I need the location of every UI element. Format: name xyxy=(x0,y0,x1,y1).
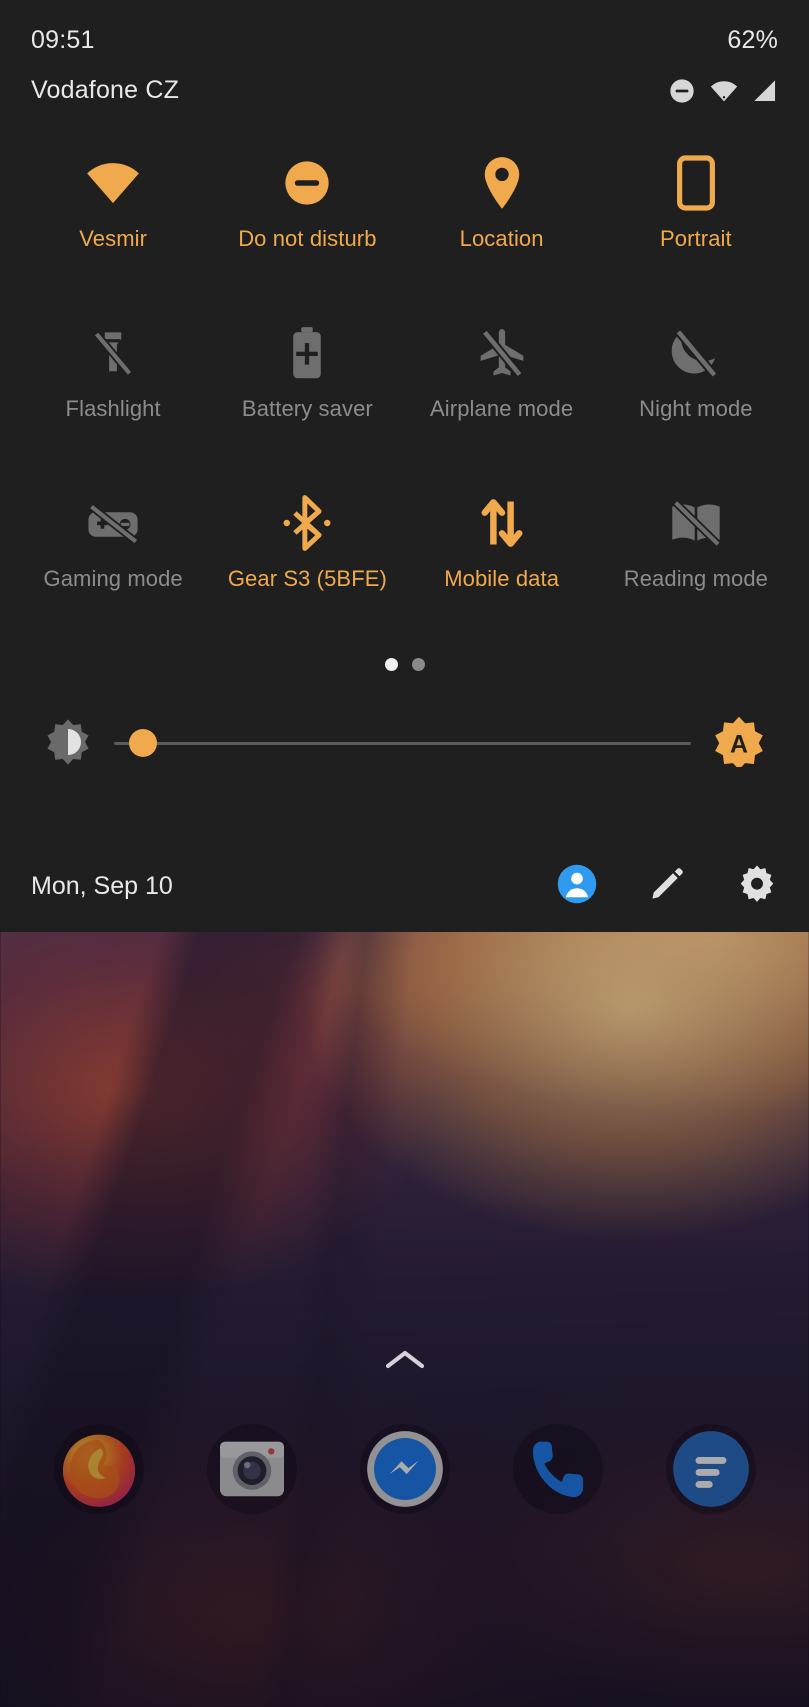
tile-label: Vesmir xyxy=(79,226,148,251)
wifi-icon xyxy=(84,152,142,214)
status-bar-battery-percent: 62% xyxy=(727,26,778,54)
night-mode-off-icon xyxy=(669,322,723,384)
brightness-row: A xyxy=(0,688,809,798)
tile-label: Gear S3 (5BFE) xyxy=(227,566,387,591)
settings-gear-icon[interactable] xyxy=(736,863,778,910)
mobile-data-icon xyxy=(478,492,526,554)
brightness-slider[interactable] xyxy=(114,723,691,763)
tile-label: Do not disturb xyxy=(238,226,377,251)
status-bar-icons xyxy=(668,77,778,105)
tile-do-not-disturb[interactable]: Do not disturb xyxy=(210,130,404,300)
screen-rotation-icon xyxy=(676,152,716,214)
status-bar-time: 09:51 xyxy=(31,26,95,54)
page-dot-2[interactable] xyxy=(411,657,425,671)
quick-settings-tiles: Vesmir Do not disturb Location Portrait … xyxy=(0,130,809,640)
brightness-low-icon xyxy=(44,717,92,770)
phone-screen: 09:51 62% Vodafone CZ Vesmir Do not dist… xyxy=(0,0,809,1707)
dock xyxy=(0,1424,809,1514)
flashlight-off-icon xyxy=(87,322,139,384)
dock-app-camera[interactable] xyxy=(206,1424,297,1514)
do-not-disturb-icon xyxy=(281,152,333,214)
tile-location[interactable]: Location xyxy=(405,130,599,300)
dock-app-phone[interactable] xyxy=(512,1424,603,1514)
tile-label: Portrait xyxy=(660,226,732,251)
page-indicator xyxy=(0,640,809,688)
tile-row-2: Flashlight Battery saver Airplane mode N… xyxy=(16,300,793,470)
tile-label: Airplane mode xyxy=(430,396,574,421)
tile-mobile-data[interactable]: Mobile data xyxy=(405,470,599,640)
tile-label: Flashlight xyxy=(65,396,161,421)
tile-row-1: Vesmir Do not disturb Location Portrait xyxy=(16,130,793,300)
wifi-icon xyxy=(710,80,738,101)
tile-label: Location xyxy=(459,226,544,251)
app-drawer-handle[interactable] xyxy=(0,1345,809,1375)
tile-label: Gaming mode xyxy=(43,566,183,591)
status-bar-carrier: Vodafone CZ xyxy=(31,76,180,104)
tile-airplane-mode[interactable]: Airplane mode xyxy=(405,300,599,470)
user-avatar-icon[interactable] xyxy=(556,863,598,910)
do-not-disturb-icon xyxy=(670,78,694,103)
brightness-thumb[interactable] xyxy=(128,729,157,757)
firefox-icon xyxy=(62,1434,135,1507)
tile-label: Mobile data xyxy=(444,566,560,591)
tile-label: Night mode xyxy=(639,396,753,421)
brightness-auto-label: A xyxy=(730,730,748,758)
brightness-track xyxy=(114,741,691,745)
tile-flashlight[interactable]: Flashlight xyxy=(16,300,210,470)
phone-icon xyxy=(532,1441,583,1498)
edit-pencil-icon[interactable] xyxy=(648,865,686,908)
tile-label: Battery saver xyxy=(241,396,373,421)
tile-gaming-mode[interactable]: Gaming mode xyxy=(16,470,210,640)
footer-date: Mon, Sep 10 xyxy=(31,871,173,900)
bluetooth-icon xyxy=(281,492,333,554)
status-bar: 09:51 62% Vodafone CZ xyxy=(0,0,809,130)
tile-reading-mode[interactable]: Reading mode xyxy=(599,470,793,640)
signal-icon xyxy=(754,79,776,101)
tile-battery-saver[interactable]: Battery saver xyxy=(210,300,404,470)
location-pin-icon xyxy=(480,152,524,214)
tile-bluetooth-gear-s3[interactable]: Gear S3 (5BFE) xyxy=(210,470,404,640)
camera-icon xyxy=(219,1441,284,1497)
page-dot-1[interactable] xyxy=(384,657,398,671)
reading-mode-off-icon xyxy=(668,492,724,554)
footer-icons xyxy=(556,863,778,910)
messages-icon xyxy=(672,1431,749,1507)
quick-settings-panel: 09:51 62% Vodafone CZ Vesmir Do not dist… xyxy=(0,0,809,932)
tile-portrait[interactable]: Portrait xyxy=(599,130,793,300)
dock-app-messenger[interactable] xyxy=(359,1424,450,1514)
airplane-off-icon xyxy=(475,322,529,384)
tile-label: Reading mode xyxy=(623,566,769,591)
brightness-auto-icon[interactable]: A xyxy=(713,715,765,772)
tile-vesmir[interactable]: Vesmir xyxy=(16,130,210,300)
tile-row-3: Gaming mode Gear S3 (5BFE) Mobile data R… xyxy=(16,470,793,640)
gamepad-off-icon xyxy=(85,492,141,554)
tile-night-mode[interactable]: Night mode xyxy=(599,300,793,470)
quick-settings-footer: Mon, Sep 10 xyxy=(0,840,809,932)
messenger-icon xyxy=(366,1431,443,1507)
dock-app-firefox[interactable] xyxy=(53,1424,144,1514)
battery-saver-icon xyxy=(285,322,329,384)
dock-app-messages[interactable] xyxy=(665,1424,756,1514)
chevron-up-icon xyxy=(385,1350,424,1369)
